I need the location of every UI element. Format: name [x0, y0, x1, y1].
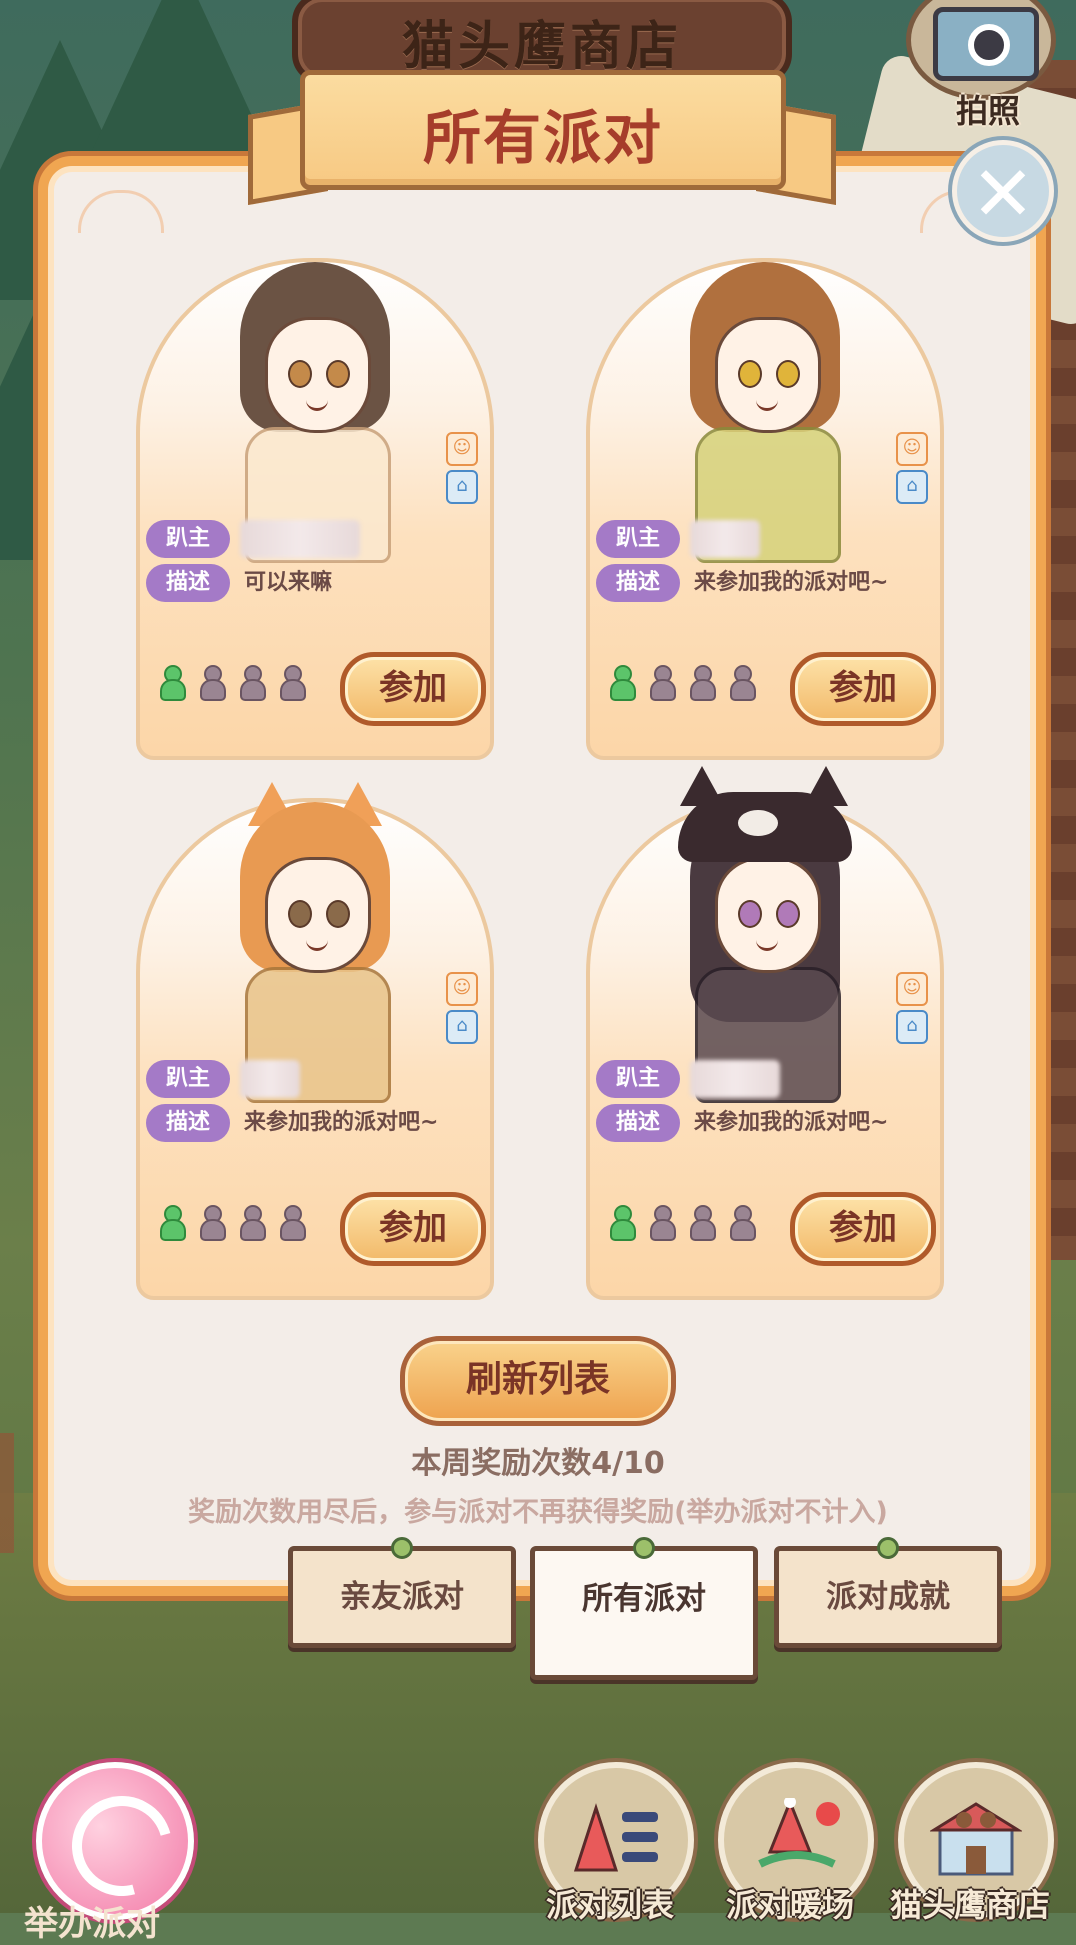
tab-party-achievements[interactable]: 派对成就: [774, 1537, 1002, 1648]
party-description: 来参加我的派对吧~: [694, 570, 889, 595]
host-party-label: 举办派对: [24, 1904, 160, 1944]
host-name-blurred: [240, 1060, 300, 1098]
desc-label: 描述: [596, 564, 680, 602]
join-button[interactable]: 参加: [340, 652, 486, 726]
member-slot-icon: [202, 667, 224, 701]
member-slot-icon: [242, 1207, 264, 1241]
tab-all-parties[interactable]: 所有派对: [530, 1537, 758, 1680]
party-description: 来参加我的派对吧~: [244, 1110, 439, 1135]
party-card[interactable]: ☺ ⌂ 趴主 描述 来参加我的派对吧~ 参加: [136, 782, 494, 1300]
shop-banner-title: 猫头鹰商店: [401, 17, 682, 77]
party-card[interactable]: ☺ ⌂ 趴主 描述 可以来嘛 参加: [136, 258, 494, 760]
host-name-blurred: [690, 1060, 780, 1098]
member-slot-icon: [202, 1207, 224, 1241]
pin-icon: [877, 1537, 899, 1559]
member-slot-icon: [652, 667, 674, 701]
refresh-list-button[interactable]: 刷新列表: [400, 1336, 676, 1426]
member-slot-icon: [242, 667, 264, 701]
panel-ornament: [78, 190, 164, 233]
member-slot-icon: [652, 1207, 674, 1241]
party-warmup-icon: [758, 1798, 840, 1868]
member-slot-icon: [162, 667, 184, 701]
panel-title: 所有派对: [422, 104, 663, 172]
camera-label: 拍照: [955, 92, 1020, 130]
close-icon: ✕: [971, 149, 1035, 238]
cat-hat: [678, 766, 852, 862]
member-slot-icon: [732, 1207, 754, 1241]
tab-label: 亲友派对: [340, 1579, 464, 1615]
profile-icon[interactable]: ☺: [896, 972, 928, 1006]
pin-icon: [391, 1537, 413, 1559]
member-slot-icon: [692, 667, 714, 701]
party-description: 可以来嘛: [244, 570, 333, 595]
camera-icon: [933, 7, 1039, 81]
party-description: 来参加我的派对吧~: [694, 1110, 889, 1135]
host-name-blurred: [240, 520, 360, 558]
host-label: 趴主: [146, 520, 230, 558]
party-list-icon: [573, 1803, 658, 1872]
join-button[interactable]: 参加: [340, 1192, 486, 1266]
avatar: [680, 242, 850, 563]
owl-shop-icon: [930, 1802, 1022, 1876]
tab-label: 派对成就: [826, 1579, 950, 1615]
home-icon[interactable]: ⌂: [896, 470, 928, 504]
nav-label: 派对暖场: [725, 1886, 854, 1924]
host-name-blurred: [690, 520, 760, 558]
home-icon[interactable]: ⌂: [446, 1010, 478, 1044]
desc-label: 描述: [596, 1104, 680, 1142]
tab-label: 所有派对: [582, 1581, 706, 1617]
profile-icon[interactable]: ☺: [446, 972, 478, 1006]
host-label: 趴主: [596, 520, 680, 558]
party-card[interactable]: ☺ ⌂ 趴主 描述 来参加我的派对吧~ 参加: [586, 258, 944, 760]
join-button[interactable]: 参加: [790, 652, 936, 726]
desc-label: 描述: [146, 564, 230, 602]
avatar: [230, 782, 400, 1103]
home-icon[interactable]: ⌂: [446, 470, 478, 504]
panel-title-ribbon: 所有派对: [300, 70, 786, 190]
nav-label: 派对列表: [545, 1886, 674, 1924]
member-slot-icon: [162, 1207, 184, 1241]
weekly-reward-count: 本周奖励次数4/10: [411, 1446, 665, 1481]
member-slot-icon: [282, 667, 304, 701]
member-slot-icon: [692, 1207, 714, 1241]
host-label: 趴主: [146, 1060, 230, 1098]
reward-note: 奖励次数用尽后，参与派对不再获得奖励(举办派对不计入): [188, 1497, 888, 1528]
profile-icon[interactable]: ☺: [896, 432, 928, 466]
member-slot-icon: [612, 667, 634, 701]
desc-label: 描述: [146, 1104, 230, 1142]
nav-label: 猫头鹰商店: [889, 1886, 1050, 1924]
avatar: [230, 242, 400, 563]
close-button[interactable]: ✕: [952, 140, 1054, 242]
party-card[interactable]: ☺ ⌂ 趴主 描述 来参加我的派对吧~ 参加: [586, 766, 944, 1300]
party-swirl-icon: [53, 1777, 191, 1915]
tab-friend-party[interactable]: 亲友派对: [288, 1537, 516, 1648]
profile-icon[interactable]: ☺: [446, 432, 478, 466]
member-slot-icon: [282, 1207, 304, 1241]
member-slot-icon: [612, 1207, 634, 1241]
avatar: [678, 766, 852, 1103]
join-button[interactable]: 参加: [790, 1192, 936, 1266]
home-icon[interactable]: ⌂: [896, 1010, 928, 1044]
pin-icon: [633, 1537, 655, 1559]
member-slot-icon: [732, 667, 754, 701]
host-label: 趴主: [596, 1060, 680, 1098]
